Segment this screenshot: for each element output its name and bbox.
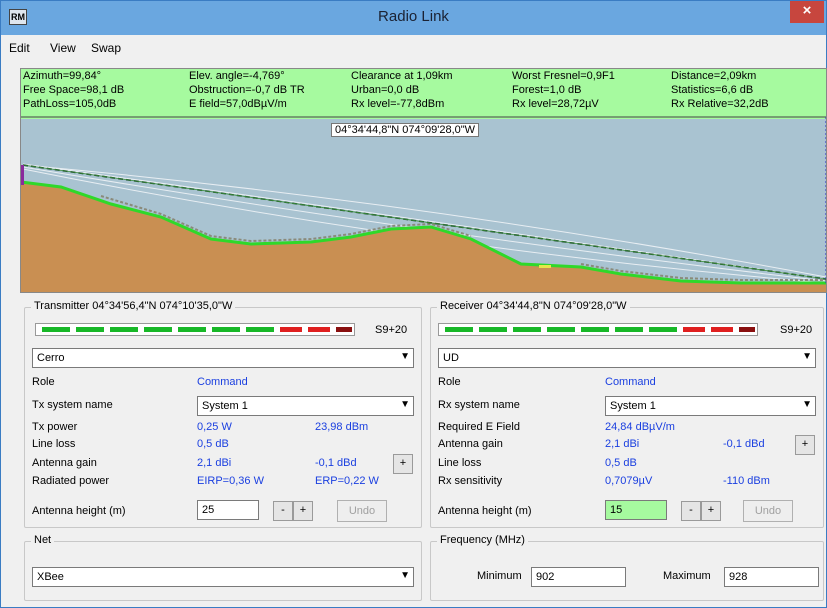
rx-gain-dbd: -0,1 dBd [723, 438, 765, 450]
tx-site-value: Cerro [37, 352, 65, 364]
rx-field-value: 24,84 dBµV/m [605, 421, 675, 433]
tx-height-plus-button[interactable]: + [293, 501, 313, 521]
radio-link-window: RM Radio Link × Edit View Swap Azimuth=9… [0, 0, 827, 608]
chevron-down-icon: ▼ [400, 570, 410, 581]
receiver-group: Receiver 04°34'44,8"N 074°09'28,0"W S9+2… [430, 300, 824, 528]
frequency-min-input[interactable]: 902 [531, 567, 626, 587]
rx-site-value: UD [443, 352, 459, 364]
window-title: Radio Link [378, 8, 449, 25]
tx-gain-plus-button[interactable]: + [393, 454, 413, 474]
rx-field-label: Required E Field [438, 421, 520, 433]
rx-loss-value: 0,5 dB [605, 457, 637, 469]
tx-power-label: Tx power [32, 421, 78, 433]
cursor-coordinate: 04°34'44,8"N 074°09'28,0"W [331, 123, 480, 137]
rx-site-select[interactable]: UD ▼ [438, 348, 816, 368]
rx-sens-label: Rx sensitivity [438, 475, 503, 487]
menu-view[interactable]: View [50, 41, 76, 55]
rx-gain-dbi: 2,1 dBi [605, 438, 640, 450]
rx-role-value[interactable]: Command [605, 376, 656, 388]
rx-role-label: Role [438, 376, 461, 388]
rx-sens-uv: 0,7079µV [605, 475, 653, 487]
tx-gain-dbd: -0,1 dBd [315, 457, 357, 469]
net-select[interactable]: XBee ▼ [32, 567, 414, 587]
tx-undo-button[interactable]: Undo [337, 500, 387, 522]
chevron-down-icon: ▼ [400, 351, 410, 362]
rx-signal-meter [438, 323, 758, 336]
tx-system-value: System 1 [202, 400, 248, 412]
tx-site-select[interactable]: Cerro ▼ [32, 348, 414, 368]
rx-loss-label: Line loss [438, 457, 482, 469]
rx-meter-value: S9+20 [780, 324, 813, 336]
frequency-group: Frequency (MHz) Minimum 902 Maximum 928 [430, 534, 824, 601]
tx-meter-value: S9+20 [375, 324, 408, 336]
rx-gain-label: Antenna gain [438, 438, 503, 450]
transmitter-group: Transmitter 04°34'56,4"N 074°10'35,0"W S… [24, 300, 422, 528]
chevron-down-icon: ▼ [400, 399, 410, 410]
chevron-down-icon: ▼ [802, 351, 812, 362]
tx-height-label: Antenna height (m) [32, 505, 126, 517]
tx-system-label: Tx system name [32, 399, 113, 411]
tx-height-minus-button[interactable]: - [273, 501, 293, 521]
terrain-profile-graphic [21, 116, 826, 292]
tx-radiated-label: Radiated power [32, 475, 110, 487]
menu-edit[interactable]: Edit [9, 41, 30, 55]
net-group: Net XBee ▼ [24, 534, 422, 601]
tx-power-w: 0,25 W [197, 421, 232, 433]
close-button[interactable]: × [790, 1, 824, 23]
tx-system-select[interactable]: System 1 ▼ [197, 396, 414, 416]
path-profile-chart[interactable]: Azimuth=99,84° Elev. angle=-4,769° Clear… [20, 68, 827, 293]
net-value: XBee [37, 571, 64, 583]
rx-height-plus-button[interactable]: + [701, 501, 721, 521]
rx-sens-dbm: -110 dBm [723, 475, 770, 487]
tx-gain-dbi: 2,1 dBi [197, 457, 232, 469]
tx-power-dbm: 23,98 dBm [315, 421, 369, 433]
frequency-max-input[interactable]: 928 [724, 567, 819, 587]
title-bar[interactable]: RM Radio Link × [1, 1, 826, 35]
terrain-fill [21, 182, 826, 292]
tx-signal-meter [35, 323, 355, 336]
tx-loss-label: Line loss [32, 438, 76, 450]
tx-role-label: Role [32, 376, 55, 388]
tx-height-input[interactable]: 25 [197, 500, 259, 520]
tx-eirp: EIRP=0,36 W [197, 475, 264, 487]
receiver-title: Receiver 04°34'44,8"N 074°09'28,0"W [437, 300, 630, 312]
frequency-min-label: Minimum [477, 570, 522, 582]
net-title: Net [31, 534, 55, 546]
frequency-title: Frequency (MHz) [437, 534, 528, 546]
rx-height-input[interactable]: 15 [605, 500, 667, 520]
rx-undo-button[interactable]: Undo [743, 500, 793, 522]
tx-gain-label: Antenna gain [32, 457, 97, 469]
chevron-down-icon: ▼ [802, 399, 812, 410]
tx-erp: ERP=0,22 W [315, 475, 379, 487]
menu-swap[interactable]: Swap [91, 41, 121, 55]
rx-system-label: Rx system name [438, 399, 520, 411]
rx-system-value: System 1 [610, 400, 656, 412]
rx-height-minus-button[interactable]: - [681, 501, 701, 521]
frequency-max-label: Maximum [663, 570, 711, 582]
transmitter-title: Transmitter 04°34'56,4"N 074°10'35,0"W [31, 300, 236, 312]
rx-gain-plus-button[interactable]: + [795, 435, 815, 455]
rx-system-select[interactable]: System 1 ▼ [605, 396, 816, 416]
tx-role-value[interactable]: Command [197, 376, 248, 388]
menu-bar: Edit View Swap [1, 35, 826, 63]
tx-loss-value: 0,5 dB [197, 438, 229, 450]
rx-height-label: Antenna height (m) [438, 505, 532, 517]
